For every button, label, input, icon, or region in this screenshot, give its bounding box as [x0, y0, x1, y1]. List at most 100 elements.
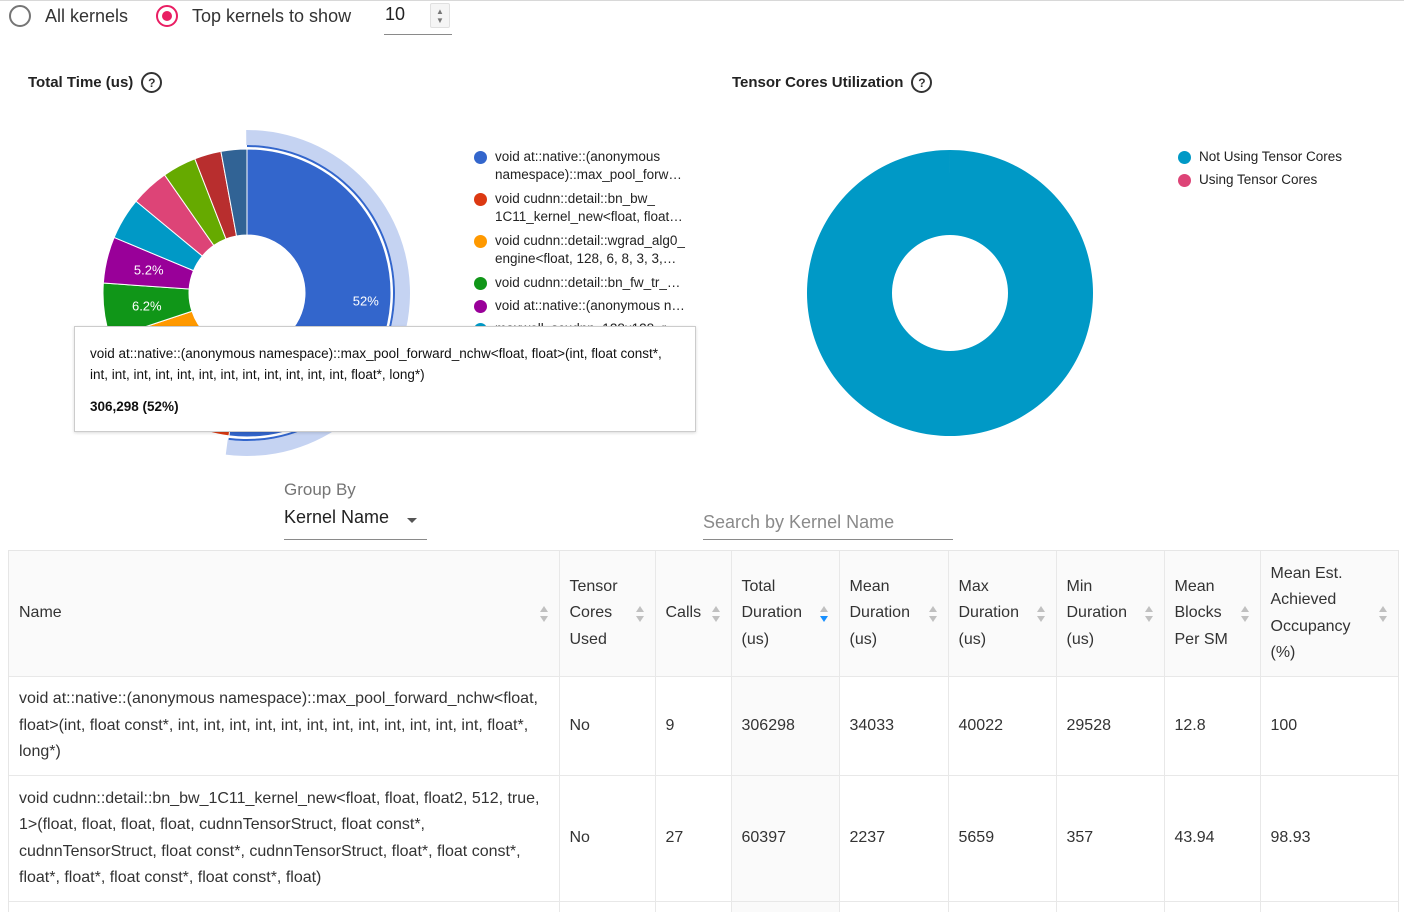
all-kernels-label: All kernels [45, 6, 128, 27]
legend-label: Not Using Tensor Cores [1199, 149, 1342, 164]
header-label: Mean Blocks Per SM [1175, 578, 1228, 648]
slice-percent-label: 6.2% [132, 299, 162, 314]
header-label: Total Duration (us) [742, 578, 802, 648]
legend-item[interactable]: void cudnn::detail::bn_bw_ 1C11_kernel_n… [474, 190, 709, 232]
legend-swatch [474, 151, 487, 164]
legend-item[interactable]: void cudnn::detail::bn_fw_tr_… [474, 274, 709, 297]
total-time-title: Total Time (us) ? [28, 72, 162, 93]
chart-tooltip: void at::native::(anonymous namespace)::… [74, 326, 696, 432]
top-divider [0, 0, 1404, 1]
kernel-table: Name Tensor Cores Used Calls Total Durat… [8, 550, 1399, 912]
legend-swatch [474, 277, 487, 290]
help-icon[interactable]: ? [911, 72, 932, 93]
table-row: void cudnn::detail::bn_bw_1C11_kernel_ne… [9, 776, 1398, 902]
cell-mean-duration: 2237 [839, 776, 948, 902]
table-header-row: Name Tensor Cores Used Calls Total Durat… [9, 551, 1398, 677]
radio-unchecked-icon [9, 5, 31, 27]
legend-label: void cudnn::detail::bn_bw_ 1C11_kernel_n… [495, 191, 683, 224]
cell-mean-duration: 34033 [839, 677, 948, 776]
header-label: Mean Duration (us) [850, 578, 910, 648]
sort-descending-icon[interactable] [820, 605, 828, 623]
cell-calls: 9 [655, 677, 731, 776]
column-header-total-duration[interactable]: Total Duration (us) [731, 551, 839, 677]
top-kernels-value: 10 [385, 4, 405, 25]
column-header-mean-duration[interactable]: Mean Duration (us) [839, 551, 948, 677]
cell-tensor-cores-used: No [559, 677, 655, 776]
tooltip-value: 306,298 (52%) [90, 399, 680, 414]
pie-slice[interactable] [807, 150, 1093, 436]
top-kernels-label: Top kernels to show [192, 6, 351, 27]
dropdown-arrow-icon [407, 518, 417, 523]
header-label: Min Duration (us) [1067, 578, 1127, 648]
tensor-cores-pie-chart [800, 145, 1100, 445]
legend-label: void cudnn::detail::wgrad_alg0_ engine<f… [495, 233, 685, 266]
table-row [9, 902, 1398, 912]
legend-label: void at::native::(anonymous namespace)::… [495, 149, 682, 182]
legend-item[interactable]: void cudnn::detail::wgrad_alg0_ engine<f… [474, 232, 709, 274]
column-header-name[interactable]: Name [9, 551, 559, 677]
radio-checked-icon [156, 5, 178, 27]
legend-swatch [474, 193, 487, 206]
group-by-value: Kernel Name [284, 507, 389, 527]
column-header-tensor-cores-used[interactable]: Tensor Cores Used [559, 551, 655, 677]
legend-swatch [474, 235, 487, 248]
header-label: Calls [666, 604, 702, 621]
slice-percent-label: 5.2% [134, 263, 164, 278]
column-header-mean-occupancy[interactable]: Mean Est. Achieved Occupancy (%) [1260, 551, 1398, 677]
cell-tensor-cores-used: No [559, 776, 655, 902]
number-spinner[interactable]: ▲ ▼ [430, 3, 450, 28]
sort-icon[interactable] [712, 605, 720, 623]
top-kernels-number-input[interactable]: 10 ▲ ▼ [384, 3, 452, 35]
sort-icon[interactable] [636, 605, 644, 623]
legend-item[interactable]: void at::native::(anonymous namespace)::… [474, 148, 709, 190]
sort-icon[interactable] [1037, 605, 1045, 623]
cell-min-duration: 357 [1056, 776, 1164, 902]
cell-total-duration: 60397 [731, 776, 839, 902]
column-header-max-duration[interactable]: Max Duration (us) [948, 551, 1056, 677]
total-time-title-text: Total Time (us) [28, 74, 133, 91]
help-icon[interactable]: ? [141, 72, 162, 93]
header-label: Mean Est. Achieved Occupancy (%) [1271, 565, 1351, 662]
spinner-up-icon[interactable]: ▲ [436, 7, 444, 16]
tensor-cores-legend: Not Using Tensor Cores Using Tensor Core… [1178, 148, 1378, 194]
group-by-select[interactable]: Kernel Name [284, 507, 427, 540]
spinner-down-icon[interactable]: ▼ [436, 16, 444, 25]
tensor-cores-title: Tensor Cores Utilization ? [732, 72, 932, 93]
cell-name: void at::native::(anonymous namespace)::… [9, 677, 559, 776]
sort-icon[interactable] [929, 605, 937, 623]
group-by-label: Group By [284, 480, 356, 500]
cell-calls: 27 [655, 776, 731, 902]
legend-item[interactable]: Using Tensor Cores [1178, 171, 1378, 194]
header-label: Name [19, 604, 62, 621]
legend-label: void cudnn::detail::bn_fw_tr_… [495, 275, 680, 290]
sort-icon[interactable] [1241, 605, 1249, 623]
kernel-name-search-input[interactable] [703, 505, 953, 540]
cell-mean-blocks-per-sm: 12.8 [1164, 677, 1260, 776]
top-kernels-radio[interactable]: Top kernels to show [156, 3, 351, 29]
sort-icon[interactable] [1145, 605, 1153, 623]
tooltip-kernel-name: void at::native::(anonymous namespace)::… [90, 343, 680, 385]
column-header-min-duration[interactable]: Min Duration (us) [1056, 551, 1164, 677]
legend-item[interactable]: void at::native::(anonymous n… [474, 297, 709, 320]
cell-min-duration: 29528 [1056, 677, 1164, 776]
all-kernels-radio[interactable]: All kernels [9, 3, 128, 29]
legend-swatch [474, 300, 487, 313]
slice-percent-label: 52% [353, 293, 379, 308]
legend-item[interactable]: Not Using Tensor Cores [1178, 148, 1378, 171]
cell-max-duration: 5659 [948, 776, 1056, 902]
sort-icon[interactable] [1379, 605, 1387, 623]
header-label: Tensor Cores Used [570, 578, 618, 648]
legend-label: void at::native::(anonymous n… [495, 298, 685, 313]
cell-mean-occupancy: 98.93 [1260, 776, 1398, 902]
legend-label: Using Tensor Cores [1199, 172, 1317, 187]
legend-swatch [1178, 151, 1191, 164]
total-time-legend: void at::native::(anonymous namespace)::… [474, 148, 709, 340]
table-row: void at::native::(anonymous namespace)::… [9, 677, 1398, 776]
sort-icon[interactable] [540, 605, 548, 623]
legend-swatch [1178, 174, 1191, 187]
cell-total-duration: 306298 [731, 677, 839, 776]
column-header-mean-blocks-per-sm[interactable]: Mean Blocks Per SM [1164, 551, 1260, 677]
cell-mean-occupancy: 100 [1260, 677, 1398, 776]
column-header-calls[interactable]: Calls [655, 551, 731, 677]
header-label: Max Duration (us) [959, 578, 1019, 648]
